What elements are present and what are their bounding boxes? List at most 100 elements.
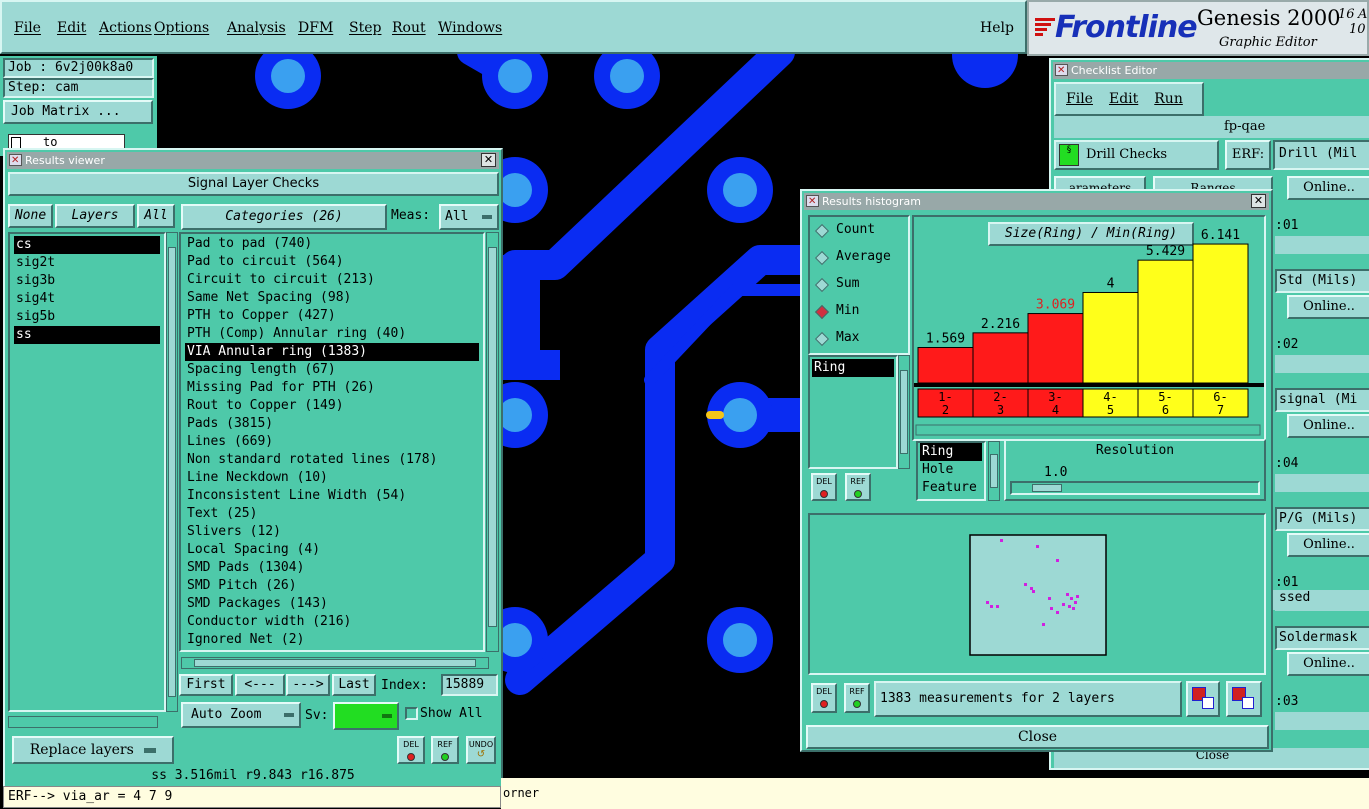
first-button[interactable]: First [179,674,233,696]
results-viewer-titlebar[interactable]: Results viewer ✕ [7,152,499,169]
category-item[interactable]: Local Spacing (4) [185,541,479,559]
next-button[interactable]: ---> [286,674,330,696]
list-item[interactable]: Ring [812,359,894,377]
all-layers-button[interactable]: All [137,204,175,228]
category-item[interactable]: Non standard rotated lines (178) [185,451,479,469]
field-list-vscroll[interactable] [988,441,1000,501]
mode-radio-average[interactable]: Average [814,248,906,270]
sv-color-select[interactable] [333,702,399,730]
histogram-bar[interactable] [917,346,974,384]
close-icon[interactable]: ✕ [1251,194,1266,208]
layer-item[interactable]: sig4t [14,290,160,308]
window-menu-icon[interactable] [806,193,819,210]
close-icon[interactable]: ✕ [481,153,496,167]
category-item[interactable]: SMD Packages (143) [185,595,479,613]
online-button[interactable]: Online.. [1287,652,1369,676]
category-item[interactable]: SMD Pads (1304) [185,559,479,577]
category-item[interactable]: Ignored Net (2) [185,631,479,649]
category-item[interactable]: Pads (3815) [185,415,479,433]
ref-button[interactable]: REF [431,736,459,764]
auto-zoom-select[interactable]: Auto Zoom [181,702,301,728]
field-item[interactable]: Ring [920,443,982,461]
category-item[interactable]: SMD Pitch (26) [185,577,479,595]
menu-rout[interactable]: Rout [392,20,426,36]
erf-button[interactable]: ERF: [1225,140,1271,170]
layers-button[interactable]: Layers [55,204,135,228]
menu-windows[interactable]: Windows [438,20,502,36]
import-icon[interactable] [1226,681,1262,717]
histogram-field-list[interactable]: Ring [808,355,898,469]
job-matrix-button[interactable]: Job Matrix ... [3,100,153,124]
field-list[interactable]: Ring Hole Feature [916,441,986,501]
layer-item[interactable]: ss [14,326,160,344]
online-button[interactable]: Online.. [1287,176,1369,200]
category-list[interactable]: Pad to pad (740) Pad to circuit (564) Circ… [179,232,485,652]
menu-file[interactable]: File [14,20,41,36]
field-item[interactable]: Hole [920,461,982,479]
category-item[interactable]: PTH (Comp) Annular ring (40) [185,325,479,343]
menu-actions[interactable]: Actions [99,20,152,36]
menu-dfm[interactable]: DFM [298,20,333,36]
layer-item[interactable]: sig2t [14,254,160,272]
menu-help[interactable]: Help [980,20,1014,36]
resolution-slider-thumb[interactable] [1032,484,1062,492]
menu-options[interactable]: Options [154,20,209,36]
layer-list-hscroll[interactable] [8,716,158,728]
online-button[interactable]: Online.. [1287,295,1369,319]
row-erf-field[interactable]: P/G (Mils) [1275,507,1369,531]
show-all-checkbox[interactable] [405,707,418,720]
category-item[interactable]: Circuit to circuit (213) [185,271,479,289]
layer-list-vscroll[interactable] [166,232,178,712]
mode-radio-min[interactable]: Min [814,302,906,324]
row-erf-field[interactable]: Soldermask [1275,626,1369,650]
category-item[interactable]: Pad to pad (740) [185,235,479,253]
mode-radio-sum[interactable]: Sum [814,275,906,297]
index-input[interactable]: 15889 [441,674,498,696]
histogram-del-button[interactable]: DEL [811,683,837,713]
category-item[interactable]: Text (25) [185,505,479,523]
category-item[interactable]: VIA Annular ring (1383) [185,343,479,361]
mode-radio-max[interactable]: Max [814,329,906,351]
erf-value[interactable]: Drill (Mil [1273,140,1369,170]
histogram-bar[interactable] [1192,243,1249,384]
field-item[interactable]: Feature [920,479,982,497]
category-list-vscroll[interactable] [486,232,499,652]
checklist-menu-file[interactable]: File [1066,91,1093,107]
none-button[interactable]: None [8,204,53,228]
checklist-menu-edit[interactable]: Edit [1109,91,1138,107]
histogram-del-button-top[interactable]: DEL [811,473,837,501]
row-erf-field[interactable]: signal (Mi [1275,388,1369,412]
histogram-bar[interactable] [1027,313,1084,384]
histogram-bar[interactable] [1082,291,1139,384]
export-icon[interactable] [1186,681,1220,717]
window-menu-icon[interactable] [1055,62,1068,79]
meas-select[interactable]: All [439,204,499,230]
mode-radio-count[interactable]: Count [814,221,906,243]
category-item[interactable]: Spacing length (67) [185,361,479,379]
histogram-ref-button-top[interactable]: REF [845,473,871,501]
menu-analysis[interactable]: Analysis [227,20,286,36]
category-item[interactable]: Inconsistent Line Width (54) [185,487,479,505]
categories-button[interactable]: Categories (26) [181,204,387,230]
histogram-titlebar[interactable]: Results histogram ✕ [804,193,1269,210]
histogram-close-button[interactable]: Close [806,725,1269,749]
chart-hscroll[interactable] [915,424,1261,436]
layer-item[interactable]: cs [14,236,160,254]
window-menu-icon[interactable] [9,152,22,169]
layer-list[interactable]: cs sig2t sig3b sig4t sig5b ss [8,232,166,712]
histogram-list-vscroll[interactable] [898,355,910,469]
checklist-titlebar[interactable]: Checklist Editor [1053,62,1369,79]
category-item[interactable]: Rout to Copper (149) [185,397,479,415]
prev-button[interactable]: <--- [235,674,285,696]
row-erf-field[interactable]: Std (Mils) [1275,269,1369,293]
category-item[interactable]: Conductor width (216) [185,613,479,631]
histogram-ref-button[interactable]: REF [844,683,870,713]
layer-item[interactable]: sig5b [14,308,160,326]
category-item[interactable]: Missing Pad for PTH (26) [185,379,479,397]
layer-item[interactable]: sig3b [14,272,160,290]
category-item[interactable]: Slivers (12) [185,523,479,541]
category-item[interactable]: PTH to Copper (427) [185,307,479,325]
resolution-slider[interactable] [1010,481,1260,495]
undo-button[interactable]: UNDO ↺ [466,736,496,764]
replace-layers-button[interactable]: Replace layers [12,736,174,764]
